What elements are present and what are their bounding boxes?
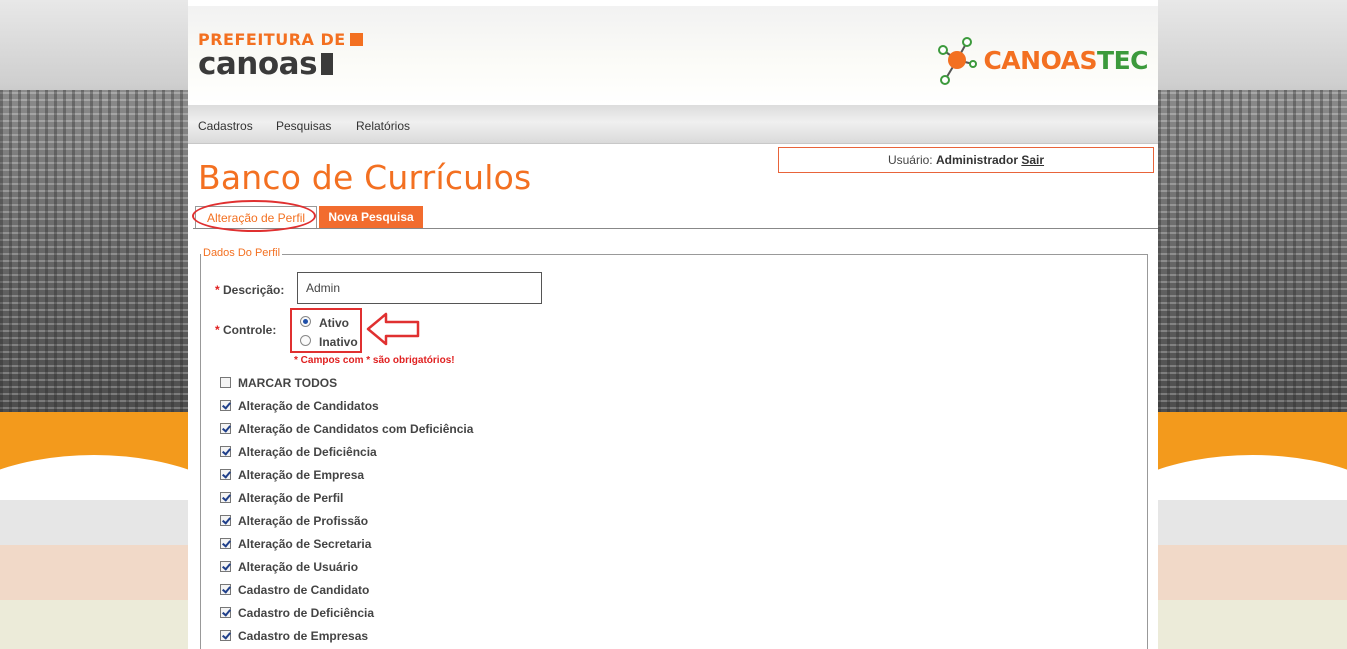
logout-link[interactable]: Sair [1021,153,1044,167]
radio-ativo-label[interactable]: Ativo [319,316,349,330]
controle-label: * Controle: [215,323,276,337]
checkbox-marcar-todos[interactable] [220,377,231,388]
controle-label-text: Controle: [223,323,277,337]
logo-canoas-text: CANOAS [983,45,1098,75]
molecule-icon [938,37,978,85]
main-menu: Cadastros Pesquisas Relatórios [188,105,1158,144]
background-city-right [1158,0,1347,649]
logo-tec-text: TEC [1097,45,1148,75]
logo-line2: canoas [198,46,318,82]
user-label: Usuário: [887,153,933,167]
required-note: * Campos com * são obrigatórios! [294,355,455,366]
checkbox-label[interactable]: Cadastro de Deficiência [238,606,374,620]
checkbox[interactable] [220,469,231,480]
checkbox-label[interactable]: MARCAR TODOS [238,376,337,390]
descricao-label: * Descrição: [215,283,284,297]
checkbox[interactable] [220,446,231,457]
required-marker: * [215,323,220,337]
checkbox-label[interactable]: Alteração de Secretaria [238,537,371,551]
checkbox-label[interactable]: Cadastro de Empresas [238,629,368,643]
user-info-box: Usuário: Administrador Sair [778,147,1154,173]
radio-inativo[interactable] [300,335,311,346]
checkbox[interactable] [220,400,231,411]
descricao-input[interactable] [297,272,542,304]
descricao-label-text: Descrição: [223,283,285,297]
tabs-divider [193,228,1158,229]
user-name: Administrador [935,153,1018,167]
page-title: Banco de Currículos [198,158,532,197]
checkbox-label[interactable]: Alteração de Perfil [238,491,343,505]
checkbox[interactable] [220,584,231,595]
annotation-oval [192,200,316,232]
menu-item-relatorios[interactable]: Relatórios [356,119,410,133]
annotation-arrow-icon [366,312,420,346]
checkbox[interactable] [220,607,231,618]
checkbox-label[interactable]: Alteração de Empresa [238,468,364,482]
required-marker: * [215,283,220,297]
fieldset-legend: Dados Do Perfil [201,247,283,259]
canoastec-logo: CANOASTEC [935,34,1148,86]
checkbox-label[interactable]: Alteração de Deficiência [238,445,377,459]
checkbox[interactable] [220,630,231,641]
page-container: PREFEITURA DE canoas CANOASTEC Cadastros… [188,0,1158,649]
checkbox-label[interactable]: Alteração de Candidatos com Deficiência [238,422,473,436]
radio-inativo-label[interactable]: Inativo [319,335,358,349]
radio-ativo[interactable] [300,316,311,327]
checkbox[interactable] [220,561,231,572]
prefeitura-canoas-logo: PREFEITURA DE canoas [198,30,363,82]
checkbox[interactable] [220,515,231,526]
menu-item-pesquisas[interactable]: Pesquisas [276,119,331,133]
tab-nova-pesquisa[interactable]: Nova Pesquisa [319,206,423,228]
background-city-left [0,0,188,649]
checkbox[interactable] [220,423,231,434]
checkbox-label[interactable]: Alteração de Profissão [238,514,368,528]
header: PREFEITURA DE canoas CANOASTEC [188,0,1158,105]
checkbox[interactable] [220,538,231,549]
menu-item-cadastros[interactable]: Cadastros [198,119,253,133]
checkbox-label[interactable]: Alteração de Candidatos [238,399,379,413]
checkbox[interactable] [220,492,231,503]
checkbox-label[interactable]: Alteração de Usuário [238,560,358,574]
checkbox-label[interactable]: Cadastro de Candidato [238,583,369,597]
